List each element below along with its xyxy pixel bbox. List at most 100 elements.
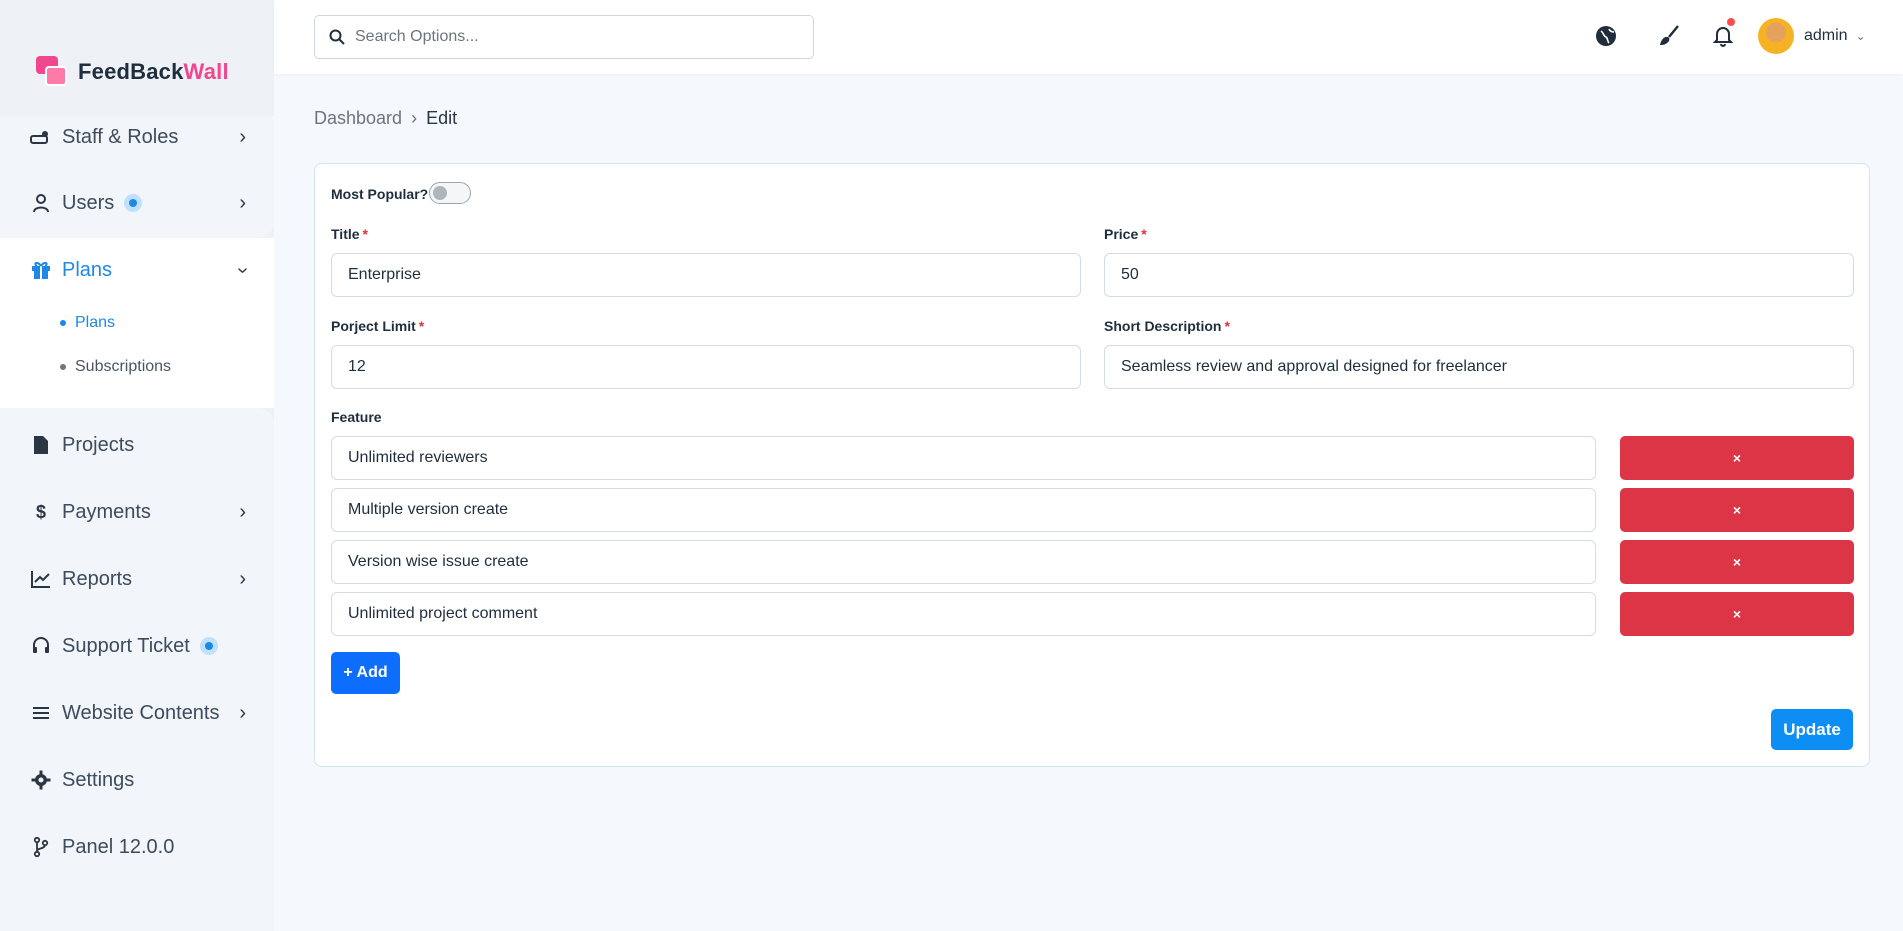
add-feature-button[interactable]: + Add: [331, 652, 400, 694]
feature-field[interactable]: [331, 592, 1596, 636]
sidebar-item-label: Projects: [62, 433, 135, 456]
sidebar-item-label: Reports: [62, 567, 133, 590]
user-icon: [30, 192, 52, 214]
staff-icon: [30, 126, 52, 148]
sidebar-item-label: Plans: [62, 258, 113, 281]
short-description-label: Short Description *: [1104, 318, 1230, 334]
app-logo[interactable]: FeedBackWall: [36, 56, 229, 88]
title-field[interactable]: [331, 253, 1081, 297]
headset-icon: [30, 635, 52, 657]
required-mark: *: [1141, 226, 1147, 242]
remove-feature-button[interactable]: ×: [1620, 436, 1854, 480]
user-menu[interactable]: admin ⌄: [1758, 18, 1866, 54]
bell-icon[interactable]: [1711, 18, 1735, 48]
short-description-label-text: Short Description: [1104, 318, 1222, 334]
price-label: Price *: [1104, 226, 1147, 242]
gift-icon: [30, 259, 52, 281]
required-mark: *: [418, 318, 425, 334]
sidebar-item-staff-roles[interactable]: Staff & Roles ›: [30, 122, 246, 152]
price-field[interactable]: [1104, 253, 1854, 297]
topbar: admin ⌄: [274, 0, 1903, 74]
user-name: admin: [1804, 27, 1848, 44]
chevron-down-icon: ›: [232, 267, 255, 274]
brush-icon[interactable]: [1657, 24, 1681, 48]
project-limit-label: Porject Limit *: [331, 318, 424, 334]
sidebar-item-label: Support Ticket: [62, 634, 190, 657]
sidebar-item-support-ticket[interactable]: Support Ticket: [30, 631, 246, 661]
chevron-right-icon: ›: [239, 126, 246, 148]
project-limit-label-text: Porject Limit: [331, 318, 416, 334]
short-description-field[interactable]: [1104, 345, 1854, 389]
price-input[interactable]: [1121, 266, 1853, 284]
short-description-input[interactable]: [1121, 358, 1853, 376]
logo-text: FeedBackWall: [78, 59, 229, 85]
feature-field[interactable]: [331, 436, 1596, 480]
feature-input[interactable]: [348, 553, 1595, 571]
breadcrumb-current: Edit: [426, 108, 458, 128]
sidebar-item-label: Website Contents: [62, 701, 220, 724]
chevron-right-icon: ›: [239, 568, 246, 590]
chart-line-icon: [30, 568, 52, 590]
sidebar-item-payments[interactable]: $ Payments ›: [30, 497, 246, 527]
avatar: [1758, 18, 1794, 54]
search-input[interactable]: [355, 28, 795, 46]
chevron-right-icon: ›: [239, 501, 246, 523]
feature-field[interactable]: [331, 488, 1596, 532]
sidebar-subitem-plans[interactable]: Plans: [60, 314, 115, 332]
sidebar-item-plans[interactable]: Plans ›: [30, 255, 254, 285]
project-limit-field[interactable]: [331, 345, 1081, 389]
breadcrumb-root[interactable]: Dashboard: [314, 108, 402, 129]
title-label: Title *: [331, 226, 368, 242]
feature-input[interactable]: [348, 449, 1595, 467]
dollar-icon: $: [35, 501, 46, 522]
chevron-right-icon: ›: [411, 108, 418, 128]
toggle-knob: [433, 186, 447, 200]
sidebar-item-website-contents[interactable]: Website Contents ›: [30, 698, 246, 728]
status-dot: [124, 194, 143, 212]
notification-dot: [1727, 18, 1735, 26]
sidebar-item-label: Users: [62, 191, 115, 214]
remove-feature-button[interactable]: ×: [1620, 592, 1854, 636]
sidebar-item-panel-version[interactable]: Panel 12.0.0: [30, 832, 246, 862]
sidebar-item-users[interactable]: Users ›: [30, 188, 246, 218]
sidebar-item-label: Payments: [62, 500, 151, 523]
bullet-icon: [60, 320, 66, 326]
search-box[interactable]: [314, 15, 814, 59]
list-icon: [30, 702, 52, 724]
price-label-text: Price: [1104, 226, 1139, 242]
sidebar: FeedBackWall Staff & Roles › Users › Pla…: [0, 0, 274, 931]
bullet-icon: [60, 364, 66, 370]
update-button[interactable]: Update: [1771, 709, 1853, 750]
chevron-right-icon: ›: [239, 702, 246, 724]
popular-label: Most Popular?: [331, 186, 429, 202]
title-label-text: Title: [331, 226, 360, 242]
sidebar-subitem-label: Subscriptions: [75, 358, 172, 375]
feature-input[interactable]: [348, 501, 1595, 519]
search-icon: [329, 29, 345, 45]
sidebar-subitem-subscriptions[interactable]: Subscriptions: [60, 358, 171, 376]
remove-feature-button[interactable]: ×: [1620, 540, 1854, 584]
sidebar-item-reports[interactable]: Reports ›: [30, 564, 246, 594]
gear-icon: [30, 769, 52, 791]
chevron-right-icon: ›: [239, 192, 246, 214]
feature-label: Feature: [331, 409, 382, 425]
remove-feature-button[interactable]: ×: [1620, 488, 1854, 532]
required-mark: *: [1224, 318, 1230, 334]
feature-input[interactable]: [348, 605, 1595, 623]
sidebar-item-projects[interactable]: Projects: [30, 430, 246, 460]
logo-text-main: FeedBack: [78, 59, 184, 84]
sidebar-subitem-label: Plans: [75, 314, 116, 331]
required-mark: *: [362, 226, 368, 242]
sidebar-item-label: Settings: [62, 768, 135, 791]
logo-icon: [36, 56, 68, 88]
popular-toggle[interactable]: [429, 182, 471, 204]
sidebar-item-label: Staff & Roles: [62, 125, 179, 148]
globe-icon[interactable]: [1594, 24, 1618, 48]
sidebar-item-label: Panel 12.0.0: [62, 835, 175, 858]
title-input[interactable]: [348, 266, 1080, 284]
sidebar-item-settings[interactable]: Settings: [30, 765, 246, 795]
project-limit-input[interactable]: [348, 358, 1080, 376]
logo-text-accent: Wall: [183, 59, 229, 84]
feature-field[interactable]: [331, 540, 1596, 584]
file-icon: [30, 434, 52, 456]
